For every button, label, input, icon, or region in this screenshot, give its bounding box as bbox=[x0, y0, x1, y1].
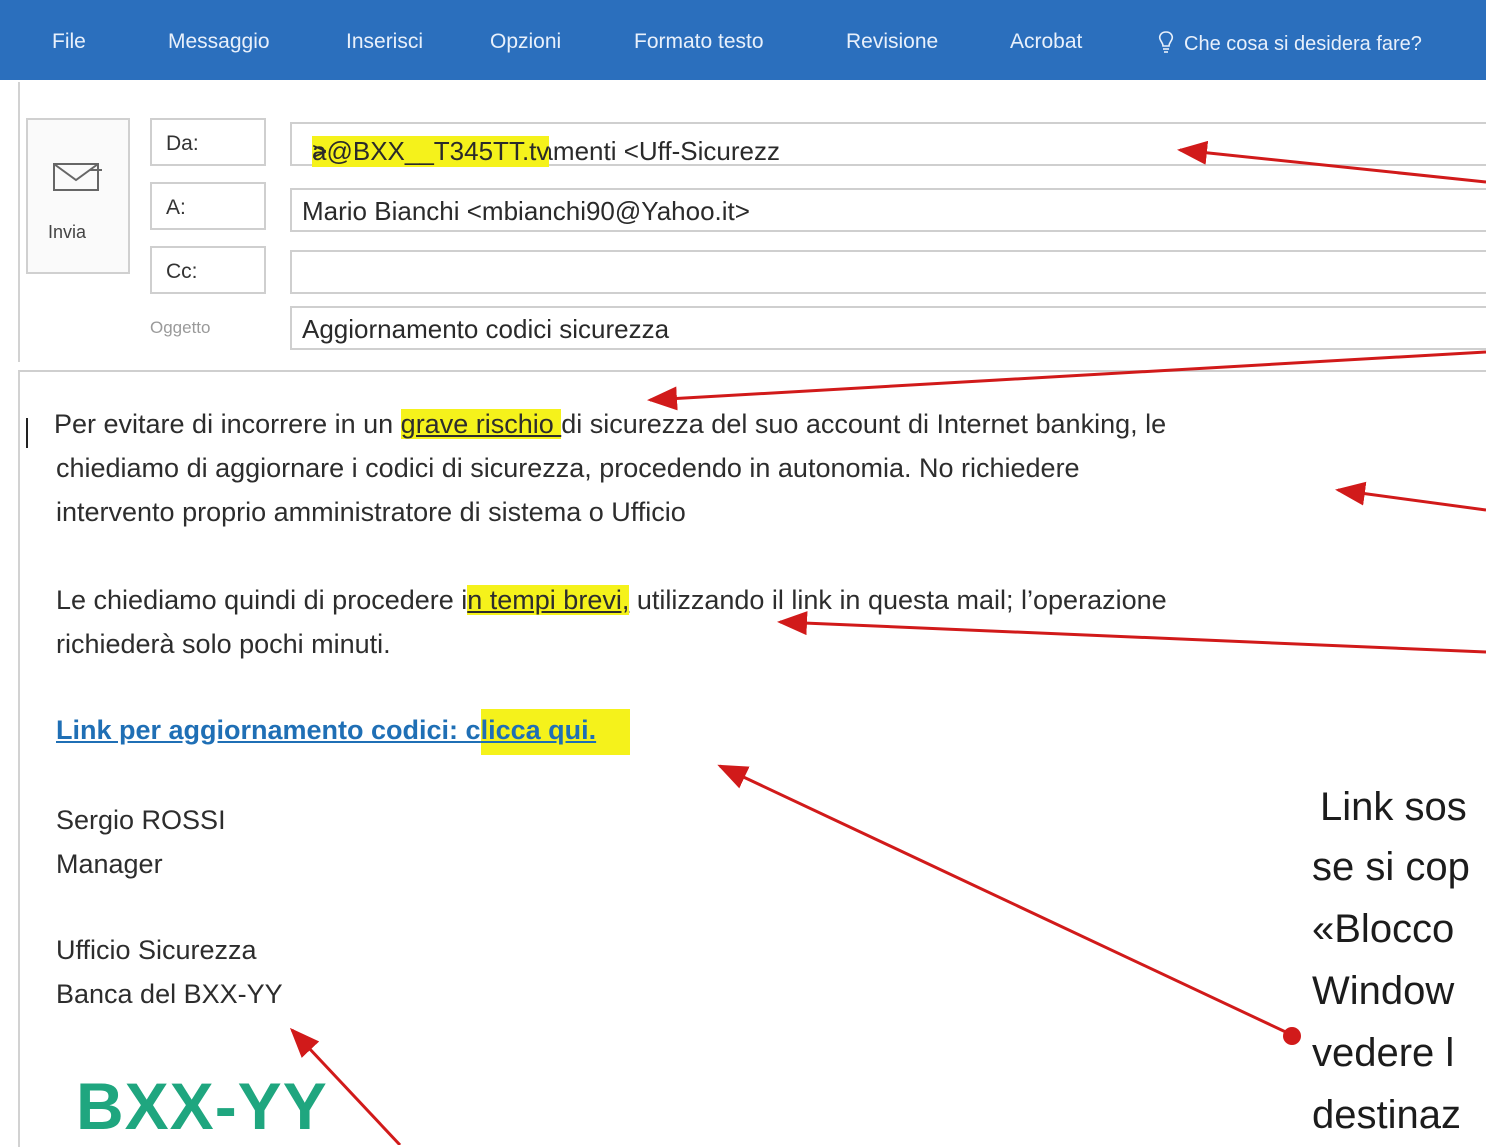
signature-bank: Banca del BXX-YY bbox=[56, 979, 283, 1009]
tab-acrobat[interactable]: Acrobat bbox=[1010, 30, 1082, 54]
phishing-link[interactable]: Link per aggiornamento codici: clicca qu… bbox=[56, 708, 631, 755]
signature-name: Sergio ROSSI bbox=[56, 805, 226, 835]
body-line-1: Per evitare di incorrere in un grave ris… bbox=[54, 402, 1166, 446]
body-p2-end: utilizzando il link in questa mail; l’op… bbox=[629, 585, 1167, 615]
to-button[interactable]: A: bbox=[150, 182, 266, 230]
tell-me-search[interactable]: Che cosa si desidera fare? bbox=[1158, 30, 1422, 56]
to-field[interactable]: Mario Bianchi <mbianchi90@Yahoo.it> bbox=[290, 188, 1486, 232]
body-line-2: chiediamo di aggiornare i codici di sicu… bbox=[56, 453, 1080, 483]
text-cursor bbox=[26, 418, 28, 448]
from-field[interactable]: Banca BXX-YY pagamenti <Uff-Sicurezza@BX… bbox=[290, 122, 1486, 167]
send-button[interactable]: Invia bbox=[26, 118, 130, 274]
annotation-line-3: «Blocco bbox=[1312, 907, 1455, 951]
tab-messaggio[interactable]: Messaggio bbox=[168, 30, 270, 54]
signature-role: Manager bbox=[56, 849, 163, 879]
signature-office: Ufficio Sicurezza bbox=[56, 935, 257, 965]
body-p2-start: Le chiediamo quindi di procedere i bbox=[56, 585, 468, 615]
subject-field[interactable]: Aggiornamento codici sicurezza bbox=[290, 306, 1486, 350]
from-button[interactable]: Da: bbox=[150, 118, 266, 166]
subject-value: Aggiornamento codici sicurezza bbox=[302, 314, 670, 344]
body-p2-highlight: n tempi brevi, bbox=[467, 585, 630, 615]
body-line-5: richiederà solo pochi minuti. bbox=[56, 629, 391, 659]
send-envelope-icon bbox=[53, 163, 102, 191]
link-text-highlight[interactable]: licca qui. bbox=[480, 709, 631, 755]
cc-button[interactable]: Cc: bbox=[150, 246, 266, 294]
tab-formato-testo[interactable]: Formato testo bbox=[634, 30, 764, 54]
tab-file[interactable]: File bbox=[52, 30, 86, 54]
annotation-line-5: vedere l bbox=[1312, 1031, 1455, 1075]
from-label: Da: bbox=[166, 132, 199, 155]
from-value-highlight: a@BXX__T345TT.tv bbox=[312, 136, 550, 167]
to-label: A: bbox=[166, 196, 186, 219]
tab-opzioni[interactable]: Opzioni bbox=[490, 30, 561, 54]
to-value: Mario Bianchi <mbianchi90@Yahoo.it> bbox=[302, 196, 750, 226]
bank-logo: BXX-YY bbox=[76, 1069, 328, 1143]
body-line-4: Le chiediamo quindi di procedere in temp… bbox=[56, 578, 1167, 622]
from-value-end: > bbox=[312, 136, 328, 166]
tell-me-text: Che cosa si desidera fare? bbox=[1184, 33, 1422, 55]
cc-field[interactable] bbox=[290, 250, 1486, 294]
body-p1-highlight: grave rischio bbox=[400, 409, 562, 439]
lightbulb-icon bbox=[1158, 31, 1174, 53]
subject-label: Oggetto bbox=[150, 318, 211, 337]
send-label: Invia bbox=[48, 222, 87, 242]
body-p1-start: Per evitare di incorrere in un bbox=[54, 409, 401, 439]
body-p1-end: di sicurezza del suo account di Internet… bbox=[561, 409, 1167, 439]
annotation-line-2: se si cop bbox=[1312, 845, 1470, 889]
body-line-3: intervento proprio amministratore di sis… bbox=[56, 497, 686, 527]
tab-revisione[interactable]: Revisione bbox=[846, 30, 938, 54]
link-text-start[interactable]: Link per aggiornamento codici: c bbox=[56, 715, 481, 745]
annotation-line-6: destinaz bbox=[1312, 1093, 1461, 1137]
cc-label: Cc: bbox=[166, 260, 198, 283]
annotation-line-4: Window bbox=[1312, 969, 1455, 1013]
annotation-line-1: Link sos bbox=[1320, 785, 1467, 829]
tab-inserisci[interactable]: Inserisci bbox=[346, 30, 423, 54]
